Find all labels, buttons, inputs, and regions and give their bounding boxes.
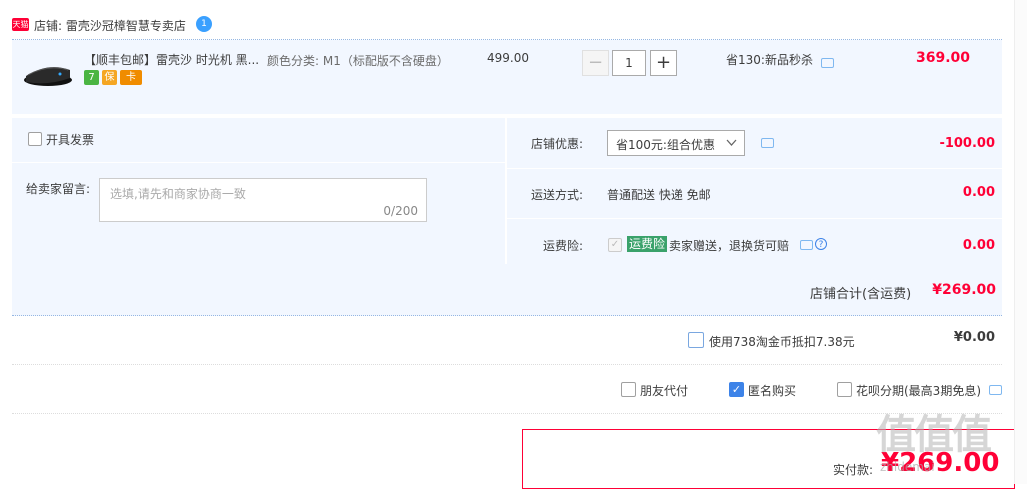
- quantity-input[interactable]: 1: [612, 50, 646, 76]
- coins-amount: ¥0.00: [953, 330, 995, 345]
- wangwang-chat-icon[interactable]: 1: [196, 16, 212, 32]
- divider: [12, 364, 1002, 365]
- anonymous-purchase-label: 匿名购买: [748, 384, 797, 398]
- cart-item-row: 【顺丰包邮】雷壳沙 时光机 黑... 7保卡 颜色分类: M1（标配版不含硬盘）…: [12, 40, 1002, 114]
- anonymous-purchase-checkbox[interactable]: ✓: [729, 382, 744, 397]
- payment-label: 实付款:: [833, 463, 874, 477]
- insurance-label: 运费险:: [543, 239, 584, 253]
- huabei-installment-checkbox[interactable]: [837, 382, 852, 397]
- huabei-installment-label: 花呗分期(最高3期免息): [856, 384, 981, 398]
- quantity-decrease-button[interactable]: −: [582, 50, 609, 76]
- shop-name-link[interactable]: 店铺: 雷壳沙冠樟智慧专卖店: [34, 17, 186, 34]
- site-watermark-logo: 值值值: [876, 412, 992, 458]
- divider: [12, 413, 1002, 414]
- insurance-text: 卖家赠送，退换货可赔: [669, 239, 790, 253]
- tmall-badge: 天猫: [12, 18, 29, 31]
- site-watermark-text: zhidemai: [880, 460, 935, 474]
- item-subtotal: 369.00: [915, 50, 970, 66]
- shop-discount-selected: 省100元:组合优惠: [616, 138, 715, 152]
- sku-info: 颜色分类: M1（标配版不含硬盘）: [267, 54, 449, 68]
- shipping-amount: 0.00: [962, 185, 995, 200]
- insurance-chat-icon[interactable]: [800, 240, 813, 250]
- insurance-checkbox: ✓: [608, 238, 622, 252]
- divider: [12, 162, 505, 163]
- shop-total-label: 店铺合计(含运费): [810, 287, 912, 302]
- message-label: 给卖家留言:: [26, 182, 91, 196]
- item-promotion: 省130:新品秒杀: [726, 51, 813, 68]
- message-counter: 0/200: [383, 204, 418, 218]
- promotion-text: 省130:新品秒杀: [726, 53, 813, 67]
- shop-total-band: 店铺合计(含运费) ¥269.00: [12, 264, 1002, 316]
- friend-pay-checkbox[interactable]: [621, 382, 636, 397]
- coins-label: 使用738淘金币抵扣7.38元: [709, 335, 855, 349]
- insurance-tag: 运费险: [627, 236, 668, 252]
- shop-discount-label: 店铺优惠:: [531, 137, 584, 151]
- shop-discount-amount: -100.00: [939, 136, 995, 151]
- coins-checkbox[interactable]: [688, 332, 704, 348]
- shop-discount-select[interactable]: 省100元:组合优惠: [607, 130, 745, 156]
- shipping-label: 运送方式:: [531, 188, 584, 202]
- message-placeholder: 选填,请先和商家协商一致: [110, 187, 246, 201]
- insurance-amount: 0.00: [962, 238, 995, 253]
- credit-card-icon: 卡: [120, 70, 142, 85]
- shipping-method: 普通配送 快递 免邮: [607, 188, 711, 202]
- quantity-increase-button[interactable]: +: [650, 50, 677, 76]
- product-thumbnail[interactable]: [22, 58, 74, 88]
- seller-message-input[interactable]: 选填,请先和商家协商一致 0/200: [99, 178, 427, 222]
- page-scrollbar[interactable]: [1014, 0, 1027, 484]
- service-icons: 7保卡: [84, 70, 145, 85]
- discount-info-icon[interactable]: [761, 138, 774, 148]
- chevron-down-icon: [726, 139, 737, 146]
- unit-price: 499.00: [487, 51, 529, 65]
- divider: [507, 218, 1002, 219]
- product-title-link[interactable]: 【顺丰包邮】雷壳沙 时光机 黑...: [84, 51, 264, 68]
- promotion-info-icon[interactable]: [821, 58, 834, 68]
- invoice-checkbox[interactable]: [28, 132, 42, 146]
- warranty-icon: 保: [102, 70, 117, 85]
- help-icon[interactable]: ?: [815, 238, 827, 250]
- huabei-info-icon[interactable]: [989, 385, 1002, 395]
- seven-day-return-icon: 7: [84, 70, 99, 85]
- divider: [507, 168, 1002, 169]
- shop-total-amount: ¥269.00: [932, 282, 996, 298]
- friend-pay-label: 朋友代付: [640, 384, 689, 398]
- invoice-label: 开具发票: [46, 133, 95, 147]
